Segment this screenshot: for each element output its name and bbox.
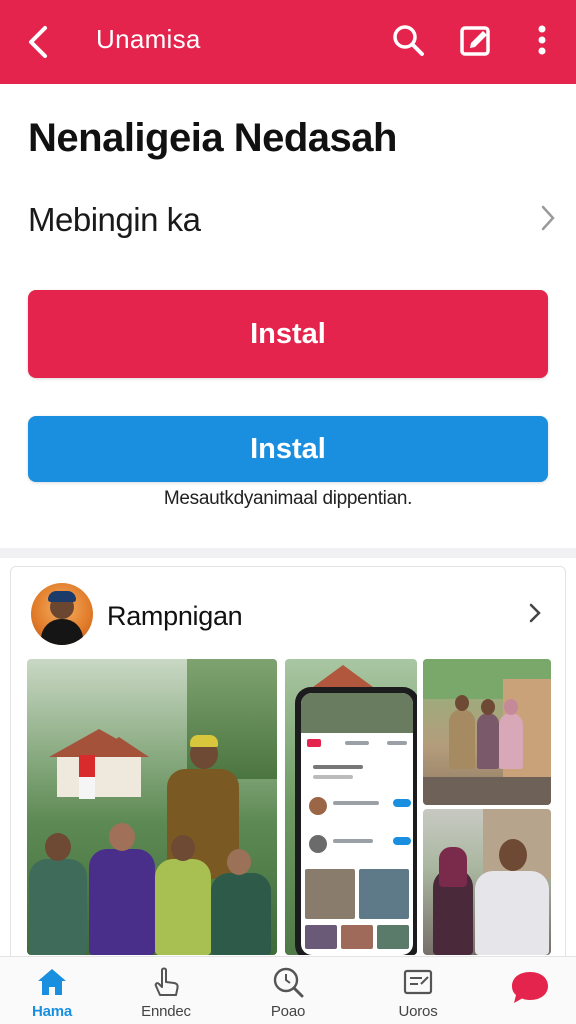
search-icon[interactable] <box>388 20 428 60</box>
chevron-right-icon[interactable] <box>525 601 545 625</box>
nav-label-search: Poao <box>270 1003 306 1020</box>
group-photo[interactable] <box>27 659 277 955</box>
page-title: Nenaligeia Nedasah <box>28 116 397 160</box>
nav-label-tap: Enndec <box>141 1003 191 1020</box>
section-divider <box>0 548 576 558</box>
avatar[interactable] <box>31 583 93 645</box>
family-photo[interactable] <box>423 809 551 955</box>
nav-item-tap[interactable]: Enndec <box>116 965 216 1024</box>
nav-label-documents: Uoros <box>398 1003 438 1020</box>
document-icon <box>401 965 435 999</box>
card-header[interactable]: Rampnigan <box>11 567 565 657</box>
home-icon <box>35 965 69 999</box>
phone-photo[interactable] <box>285 659 417 955</box>
post-card[interactable]: Rampnigan <box>10 566 566 966</box>
chat-bubble-icon[interactable] <box>510 970 550 1006</box>
hint-text: Mesautkdyanimaal dippentian. <box>163 488 413 509</box>
nav-item-search[interactable]: Poao <box>238 965 338 1024</box>
install-button-primary[interactable]: Instal <box>28 290 548 378</box>
subtitle-text: Mebingin ka <box>28 201 201 238</box>
top-app-bar: Unamisa <box>0 0 576 84</box>
app-screen: Unamisa Nenaligeia Nedasah Mebingin ka I… <box>0 0 576 1024</box>
more-vertical-icon[interactable] <box>522 20 562 60</box>
nav-item-documents[interactable]: Uoros <box>368 965 468 1024</box>
chevron-right-icon <box>540 204 556 237</box>
nav-item-home[interactable]: Hama <box>2 965 102 1024</box>
nav-label-home: Hama <box>31 1003 73 1020</box>
phone-mockup <box>295 687 417 955</box>
card-author-name: Rampnigan <box>107 601 243 631</box>
subtitle-row[interactable]: Mebingin ka <box>28 196 556 244</box>
search-clock-icon <box>271 965 305 999</box>
chevron-left-icon[interactable] <box>22 22 54 62</box>
photo-grid <box>27 659 553 965</box>
bottom-navigation: Hama Enndec Poao Uoros <box>0 956 576 1024</box>
tap-icon <box>149 965 183 999</box>
app-bar-title: Unamisa <box>96 24 201 54</box>
edit-icon[interactable] <box>456 20 496 60</box>
veranda-photo[interactable] <box>423 659 551 805</box>
install-button-secondary[interactable]: Instal <box>28 416 548 482</box>
